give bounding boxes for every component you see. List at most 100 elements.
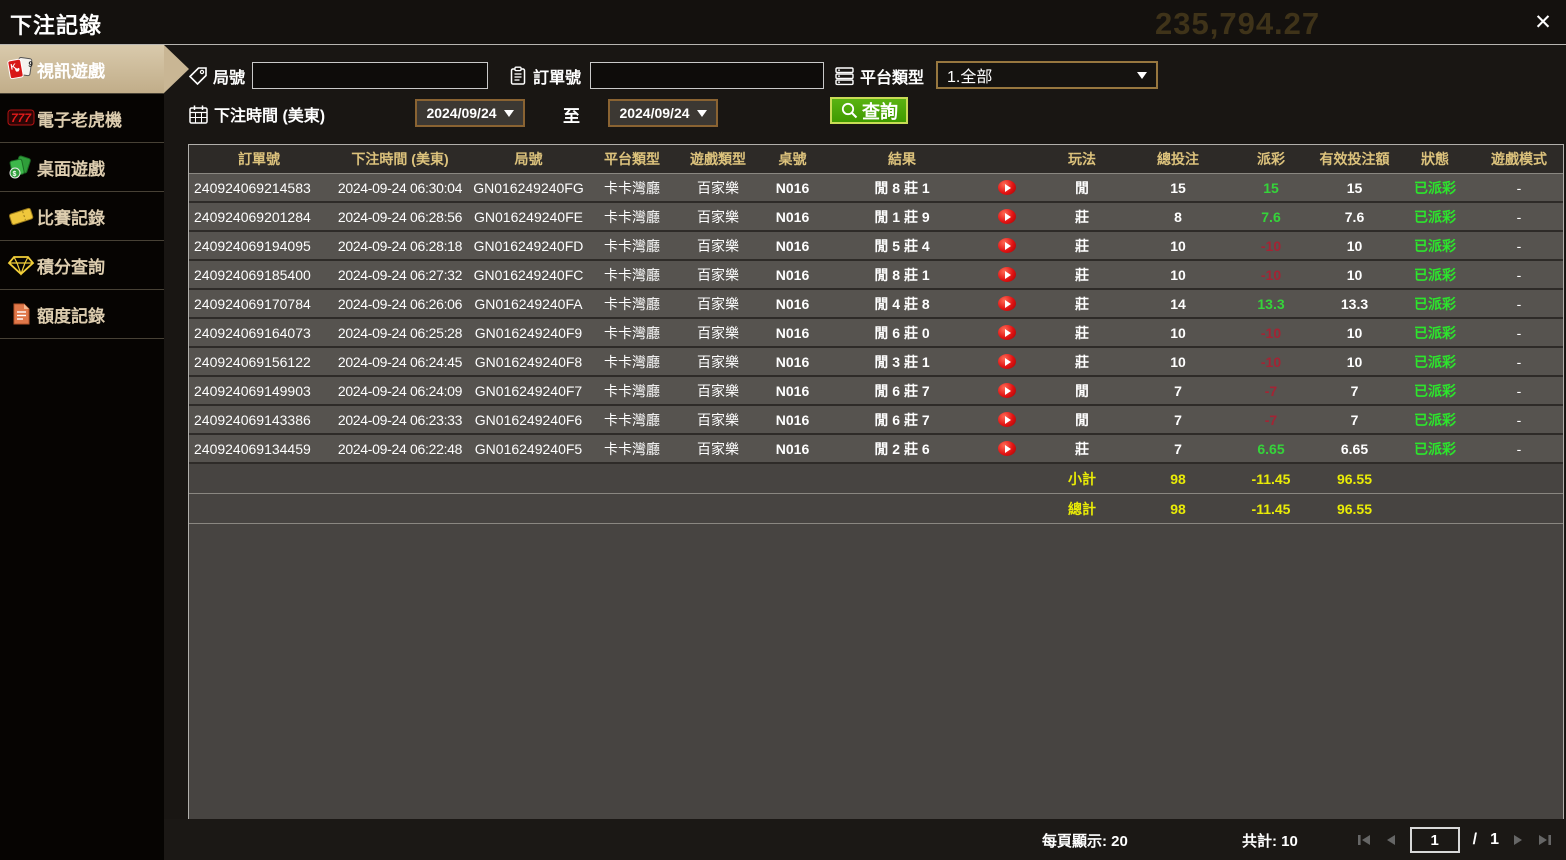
table-no: N016: [758, 412, 827, 428]
replay-play-icon[interactable]: [998, 180, 1016, 195]
valid-bet: 7.6: [1314, 209, 1395, 225]
next-page-icon[interactable]: [1512, 833, 1524, 847]
replay-play-icon[interactable]: [998, 238, 1016, 253]
total-bet: 14: [1128, 296, 1228, 312]
close-icon[interactable]: ✕: [1530, 9, 1556, 35]
replay-play-icon[interactable]: [998, 383, 1016, 398]
header-col-3: 平台類型: [586, 149, 678, 169]
sidebar-item-label: 桌面遊戲: [37, 155, 105, 180]
total-bet: 10: [1128, 325, 1228, 341]
round-no-label: 局號: [188, 64, 245, 88]
game-mode: -: [1475, 267, 1563, 283]
footer-bar: 每頁顯示: 20 共計: 10 / 1: [164, 819, 1566, 860]
per-page-label: 每頁顯示: 20: [1042, 830, 1128, 851]
order-no: 240924069134459: [189, 441, 329, 457]
game-type: 百家樂: [678, 178, 758, 198]
date-to-label: 至: [563, 102, 580, 127]
tag-icon: [188, 66, 208, 86]
replay-play-icon[interactable]: [998, 325, 1016, 340]
bet-time: 2024-09-24 06:28:18: [329, 238, 471, 254]
replay-play-icon[interactable]: [998, 354, 1016, 369]
svg-text:9: 9: [28, 60, 34, 70]
platform: 卡卡灣廳: [586, 352, 678, 372]
sidebar-item-credit-records[interactable]: 額度記錄: [0, 290, 164, 339]
prev-page-icon[interactable]: [1385, 833, 1397, 847]
result-text: 閒 6 莊 7: [827, 381, 977, 401]
sidebar-item-slots[interactable]: 777 電子老虎機: [0, 94, 164, 143]
game-mode: -: [1475, 209, 1563, 225]
order-no-input[interactable]: [590, 62, 824, 89]
order-no: 240924069214583: [189, 180, 329, 196]
search-icon: [840, 101, 859, 120]
payout: -7: [1228, 412, 1314, 428]
platform: 卡卡灣廳: [586, 381, 678, 401]
platform: 卡卡灣廳: [586, 265, 678, 285]
date-from-picker[interactable]: 2024/09/24: [415, 99, 525, 127]
play-wrap: [977, 267, 1036, 282]
valid-bet: 10: [1314, 325, 1395, 341]
bet-time: 2024-09-24 06:25:28: [329, 325, 471, 341]
header-col-12: 遊戲模式: [1475, 149, 1563, 169]
date-to-picker[interactable]: 2024/09/24: [608, 99, 718, 127]
table-row: 2409240691433862024-09-24 06:23:33GN0162…: [189, 406, 1563, 435]
table-no: N016: [758, 296, 827, 312]
table-no: N016: [758, 209, 827, 225]
bet-time: 2024-09-24 06:22:48: [329, 441, 471, 457]
status-badge: 已派彩: [1395, 323, 1475, 343]
header-col-2: 局號: [471, 149, 586, 169]
sidebar-item-video-games[interactable]: 9 K 視訊遊戲: [0, 45, 164, 94]
bet-records-table: 訂單號下注時間 (美東)局號平台類型遊戲類型桌號結果玩法總投注派彩有效投注額狀態…: [188, 144, 1564, 820]
status-badge: 已派彩: [1395, 352, 1475, 372]
replay-play-icon[interactable]: [998, 441, 1016, 456]
sidebar-item-points-inquiry[interactable]: 積分查詢: [0, 241, 164, 290]
sidebar-item-label: 電子老虎機: [37, 106, 122, 131]
payout: 6.65: [1228, 441, 1314, 457]
first-page-icon[interactable]: [1357, 833, 1372, 847]
table-row: 2409240691561222024-09-24 06:24:45GN0162…: [189, 348, 1563, 377]
result: 閒 5 莊 4: [827, 232, 1036, 259]
table-empty-area: [189, 524, 1563, 819]
header-col-4: 遊戲類型: [678, 149, 758, 169]
platform: 卡卡灣廳: [586, 236, 678, 256]
total-bet: 15: [1128, 180, 1228, 196]
round-no: GN016249240FD: [471, 238, 586, 254]
status-badge: 已派彩: [1395, 294, 1475, 314]
replay-play-icon[interactable]: [998, 267, 1016, 282]
platform-type-selected: 1.全部: [947, 63, 992, 87]
round-no-input[interactable]: [252, 62, 488, 89]
replay-play-icon[interactable]: [998, 209, 1016, 224]
table-row: 2409240691640732024-09-24 06:25:28GN0162…: [189, 319, 1563, 348]
subtotal-row: 小計98-11.4596.55: [189, 464, 1563, 494]
total-count-label: 共計: 10: [1242, 830, 1298, 851]
svg-text:$: $: [13, 171, 17, 178]
platform: 卡卡灣廳: [586, 410, 678, 430]
result: 閒 6 莊 7: [827, 406, 1036, 433]
replay-play-icon[interactable]: [998, 412, 1016, 427]
payout: -10: [1228, 267, 1314, 283]
play-type: 莊: [1036, 294, 1128, 314]
result-text: 閒 1 莊 9: [827, 207, 977, 227]
platform-type-select[interactable]: 1.全部: [936, 61, 1158, 89]
sidebar-item-match-records[interactable]: 比賽記錄: [0, 192, 164, 241]
search-button[interactable]: 查詢: [830, 97, 908, 124]
payout: 7.6: [1228, 209, 1314, 225]
header-col-9: 派彩: [1228, 149, 1314, 169]
play-wrap: [977, 383, 1036, 398]
bet-time-label: 下注時間 (美東): [188, 102, 325, 126]
game-type: 百家樂: [678, 439, 758, 459]
replay-play-icon[interactable]: [998, 296, 1016, 311]
bet-time: 2024-09-24 06:24:45: [329, 354, 471, 370]
bet-time: 2024-09-24 06:27:32: [329, 267, 471, 283]
platform-type-label: 平台類型: [834, 64, 924, 88]
result: 閒 4 莊 8: [827, 290, 1036, 317]
order-no: 240924069143386: [189, 412, 329, 428]
page-input[interactable]: [1410, 827, 1460, 853]
last-page-icon[interactable]: [1537, 833, 1552, 847]
table-row: 2409240691707842024-09-24 06:26:06GN0162…: [189, 290, 1563, 319]
platform: 卡卡灣廳: [586, 323, 678, 343]
result-text: 閒 5 莊 4: [827, 236, 977, 256]
sidebar-item-table-games[interactable]: $ 桌面遊戲: [0, 143, 164, 192]
platform: 卡卡灣廳: [586, 207, 678, 227]
order-no: 240924069201284: [189, 209, 329, 225]
total-bet: 7: [1128, 441, 1228, 457]
